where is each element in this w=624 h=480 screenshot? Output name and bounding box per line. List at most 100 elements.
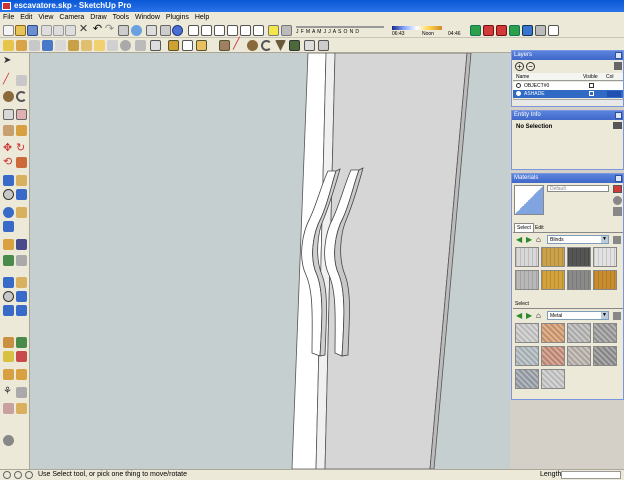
chevron-down-icon[interactable]: ▼ [601,236,608,243]
polygon-icon[interactable] [275,40,286,51]
follow-me-tool-icon[interactable] [16,125,27,136]
tab-edit[interactable]: Edit [533,224,546,232]
layer-row-selected[interactable]: ASHADE [513,90,623,98]
layer-radio-active[interactable] [516,91,521,96]
model-canvas[interactable] [30,53,510,469]
text-icon[interactable] [42,40,53,51]
plugin-tool-icon[interactable] [3,403,14,414]
menu-view[interactable]: View [38,14,53,21]
help-icon[interactable] [25,471,33,479]
material-swatch-metal[interactable] [567,323,591,343]
camera-icon[interactable] [146,25,157,36]
material-swatch-metal[interactable] [515,323,539,343]
position-camera-icon[interactable] [135,40,146,51]
add-layer-icon[interactable]: + [515,62,524,71]
redo-icon[interactable]: ↷ [104,24,115,36]
orbit-tool-icon[interactable] [3,175,14,186]
material-swatch[interactable] [541,270,565,290]
left-view-icon[interactable] [253,25,264,36]
menu-edit[interactable]: Edit [20,14,32,21]
right-view-icon[interactable] [227,25,238,36]
plugin-green-icon[interactable] [470,25,481,36]
sandbox-2-tool-icon[interactable] [16,387,27,398]
dimension-tool-icon[interactable] [3,239,14,250]
new-file-icon[interactable] [3,25,14,36]
modeling-viewport[interactable] [30,53,510,469]
erase-icon[interactable]: ✕ [78,24,89,36]
look-around-tool-icon[interactable] [3,351,14,362]
undo-icon[interactable]: ↶ [92,24,103,36]
home-2-icon[interactable]: ⌂ [536,312,541,320]
plugin-white-icon[interactable] [548,25,559,36]
material-swatch-metal[interactable] [593,323,617,343]
box-wireframe-icon[interactable] [168,40,179,51]
box-hidden-icon[interactable] [182,40,193,51]
layer-color-swatch[interactable] [607,91,621,97]
materials-library-select-2[interactable]: Metal ▼ [547,311,609,320]
plugin-grey-icon[interactable] [535,25,546,36]
user-icon[interactable] [160,25,171,36]
tab-select[interactable]: Select [514,223,534,232]
iso-view-icon[interactable] [188,25,199,36]
box-shaded-icon[interactable] [196,40,207,51]
xray-icon[interactable] [150,40,161,51]
zoom-extents-2-icon[interactable] [3,305,14,316]
scale-tool-icon[interactable]: ⟲ [3,157,14,168]
material-swatch[interactable] [567,247,591,267]
front-view-icon[interactable] [214,25,225,36]
menu-file[interactable]: File [3,14,14,21]
material-swatch[interactable] [593,247,617,267]
back-arrow-icon[interactable]: ◀ [516,236,522,244]
display-cut-icon[interactable] [16,369,27,380]
material-swatch[interactable] [515,270,539,290]
menu-tools[interactable]: Tools [113,14,129,21]
look-around-icon[interactable] [107,40,118,51]
shadows-icon[interactable] [268,25,279,36]
paint-bucket-icon[interactable] [16,40,27,51]
tape-tool-icon[interactable] [3,221,14,232]
axes-icon[interactable] [55,40,66,51]
freehand-icon[interactable] [289,40,300,51]
shadow-time-slider[interactable]: 06:43 [392,24,442,37]
plugin-red-icon[interactable] [483,25,494,36]
material-swatch-metal[interactable] [593,346,617,366]
shadow-date-slider[interactable]: J F M A M J J A S O N D [296,24,384,37]
print-icon[interactable] [118,25,129,36]
materials-close-button[interactable] [615,175,622,182]
shadow-settings-icon[interactable] [281,25,292,36]
plugin-red-2-icon[interactable] [496,25,507,36]
menu-window[interactable]: Window [135,14,160,21]
pan-2-icon[interactable] [16,277,27,288]
material-swatch-metal[interactable] [541,369,565,389]
position-camera-tool-icon[interactable] [3,337,14,348]
material-swatch-metal[interactable] [515,346,539,366]
plugin-blue-icon[interactable] [522,25,533,36]
arc-tool-icon[interactable] [16,91,27,102]
tape-icon[interactable] [29,40,40,51]
orbit-2-icon[interactable] [3,277,14,288]
layer-row[interactable]: OBJECT#0 [513,82,623,90]
sandbox-tool-icon[interactable]: ⚘ [3,387,14,398]
display-section-icon[interactable] [3,369,14,380]
zoom-extents-icon[interactable] [3,207,14,218]
material-swatch[interactable] [593,270,617,290]
details-icon[interactable] [613,236,621,244]
layer-visible-checkbox[interactable] [589,91,594,96]
forward-arrow-icon[interactable]: ▶ [526,236,532,244]
pencil-icon[interactable]: ╱ [233,39,244,51]
top-view-icon[interactable] [201,25,212,36]
material-swatch[interactable] [541,247,565,267]
material-swatch[interactable] [567,270,591,290]
material-swatch-metal[interactable] [515,369,539,389]
layers-close-button[interactable] [615,52,622,59]
misc-tool-icon[interactable] [3,435,14,446]
next-view-icon[interactable] [16,305,27,316]
zoom-2-icon[interactable] [3,291,14,302]
materials-library-select[interactable]: Blinds ▼ [547,235,609,244]
axes-tool-icon[interactable] [3,255,14,266]
globe-icon[interactable] [172,25,183,36]
previous-view-icon[interactable] [16,207,27,218]
protractor-icon[interactable] [68,40,79,51]
circle-tool-icon[interactable] [3,91,14,102]
offset-tool-icon[interactable] [16,157,27,168]
